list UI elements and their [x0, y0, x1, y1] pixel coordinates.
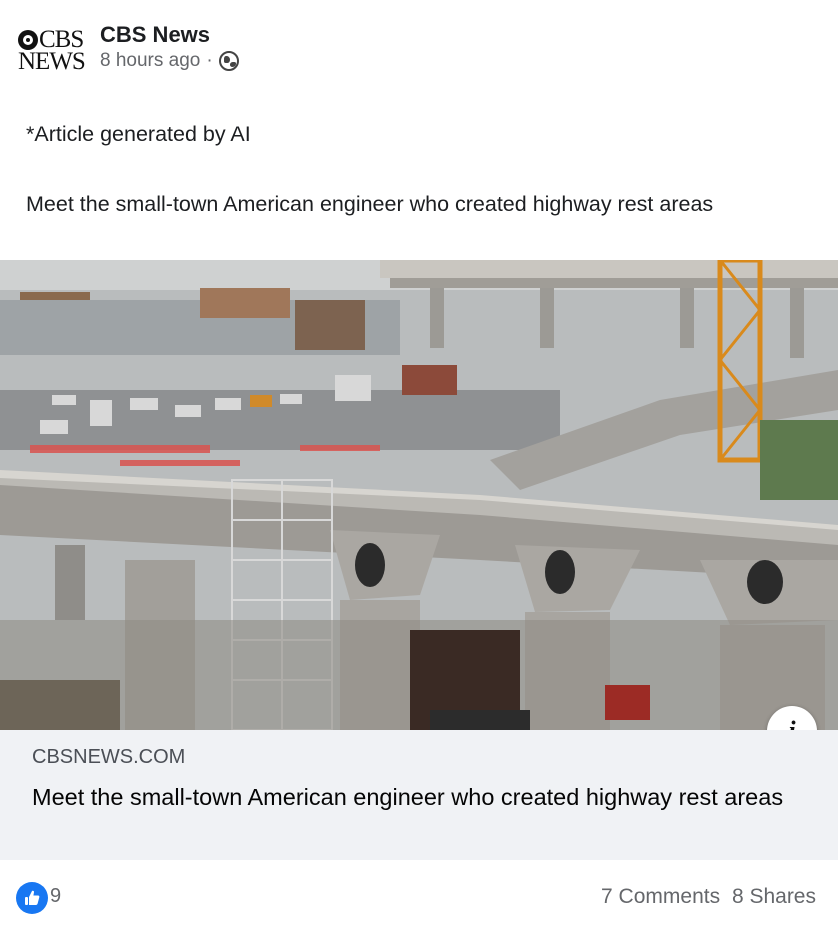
- post-meta: 8 hours ago ·: [100, 50, 239, 72]
- comments-count[interactable]: 7 Comments: [601, 885, 720, 908]
- link-preview-image[interactable]: [0, 260, 838, 730]
- post-text-headline: Meet the small-town American engineer wh…: [26, 192, 714, 216]
- link-preview-card[interactable]: CBSNEWS.COM Meet the small-town American…: [0, 730, 838, 860]
- post-header: CBS NEWS CBS News 8 hours ago ·: [0, 0, 838, 100]
- engagement-stats: 7 Comments 8 Shares: [601, 885, 816, 909]
- shares-count[interactable]: 8 Shares: [732, 885, 816, 908]
- globe-icon[interactable]: [218, 51, 239, 71]
- cbs-news-logo[interactable]: CBS NEWS: [18, 27, 88, 75]
- engagement-bar: 9 7 Comments 8 Shares: [0, 860, 838, 930]
- logo-text-news: NEWS: [18, 48, 86, 75]
- page-name[interactable]: CBS News: [100, 22, 210, 48]
- cbs-eye-icon: [18, 30, 38, 50]
- reaction-count[interactable]: 9: [50, 885, 61, 908]
- link-domain: CBSNEWS.COM: [32, 746, 186, 768]
- link-title[interactable]: Meet the small-town American engineer wh…: [32, 782, 802, 812]
- post-text-disclaimer: *Article generated by AI: [26, 122, 251, 146]
- meta-separator: ·: [206, 50, 213, 71]
- post-timestamp[interactable]: 8 hours ago: [100, 50, 200, 72]
- thumbs-up-icon[interactable]: [16, 882, 48, 914]
